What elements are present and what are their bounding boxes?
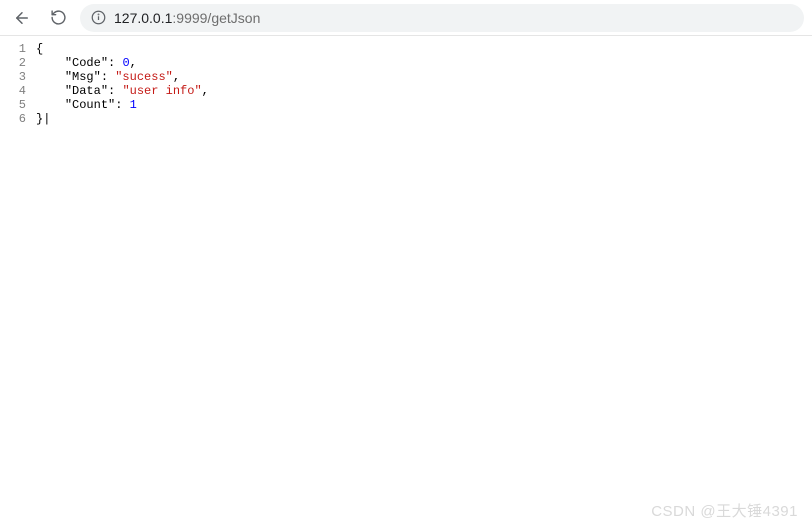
line-number: 6 bbox=[0, 112, 36, 126]
json-number: 0 bbox=[122, 56, 129, 70]
url-path: :9999/getJson bbox=[172, 10, 260, 26]
json-number: 1 bbox=[130, 98, 137, 112]
code-line-4: 4 "Data": "user info", bbox=[0, 84, 812, 98]
json-key: "Msg" bbox=[65, 70, 101, 84]
url-text: 127.0.0.1:9999/getJson bbox=[114, 10, 260, 26]
browser-toolbar: 127.0.0.1:9999/getJson bbox=[0, 0, 812, 36]
line-number: 2 bbox=[0, 56, 36, 70]
back-button[interactable] bbox=[8, 4, 36, 32]
reload-button[interactable] bbox=[44, 4, 72, 32]
line-number: 3 bbox=[0, 70, 36, 84]
json-key: "Code" bbox=[65, 56, 108, 70]
watermark: CSDN @王大锤4391 bbox=[651, 500, 798, 521]
json-key: "Data" bbox=[65, 84, 108, 98]
code-line-3: 3 "Msg": "sucess", bbox=[0, 70, 812, 84]
caret-icon: | bbox=[43, 112, 50, 126]
code-line-5: 5 "Count": 1 bbox=[0, 98, 812, 112]
code-line-6: 6 }| bbox=[0, 112, 812, 126]
json-string: "sucess" bbox=[115, 70, 173, 84]
site-info-icon[interactable] bbox=[90, 10, 106, 26]
reload-icon bbox=[50, 9, 67, 26]
arrow-left-icon bbox=[13, 9, 31, 27]
json-key: "Count" bbox=[65, 98, 115, 112]
json-viewer: 1 { 2 "Code": 0, 3 "Msg": "sucess", 4 "D… bbox=[0, 36, 812, 126]
address-bar[interactable]: 127.0.0.1:9999/getJson bbox=[80, 4, 804, 32]
line-number: 1 bbox=[0, 42, 36, 56]
line-number: 4 bbox=[0, 84, 36, 98]
code-line-1: 1 { bbox=[0, 42, 812, 56]
line-number: 5 bbox=[0, 98, 36, 112]
open-brace: { bbox=[36, 42, 43, 56]
code-line-2: 2 "Code": 0, bbox=[0, 56, 812, 70]
url-host: 127.0.0.1 bbox=[114, 10, 172, 26]
json-string: "user info" bbox=[122, 84, 201, 98]
